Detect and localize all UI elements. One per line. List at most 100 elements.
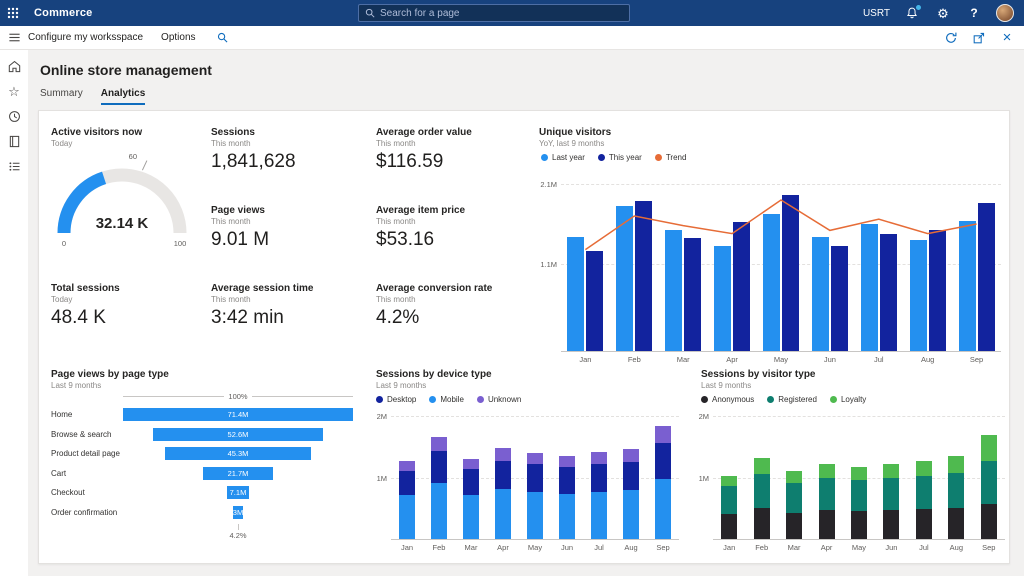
bar [880, 234, 897, 352]
bar-segment [463, 459, 479, 469]
waffle-icon [7, 7, 19, 19]
bar [910, 240, 927, 352]
bar-segment [916, 461, 932, 476]
unique-visitors-legend: Last yearThis yearTrend [541, 153, 686, 162]
bar [567, 237, 584, 352]
sidebar-item-recent[interactable] [2, 106, 26, 126]
y-axis-label: 2M [365, 412, 387, 421]
bar-segment [981, 461, 997, 504]
funnel-row: Product detail page 45.3M [51, 444, 353, 464]
bar-segment [786, 471, 802, 483]
kpi-title: Average session time [211, 283, 313, 294]
legend-item: Mobile [429, 395, 464, 404]
x-axis-label: Jun [875, 543, 907, 552]
legend-item: Loyalty [830, 395, 866, 404]
bar-segment [495, 489, 511, 540]
settings-gear-icon[interactable]: ⚙ [934, 4, 952, 22]
kpi-subtitle: This month [376, 217, 416, 226]
legend-item: Trend [655, 153, 687, 162]
legend-dot [541, 154, 548, 161]
x-axis-label: Apr [708, 355, 757, 364]
app-name[interactable]: Commerce [34, 7, 92, 19]
funnel-bottom-marker: 4.2% [123, 524, 353, 540]
app-launcher-waffle-icon[interactable] [0, 0, 26, 26]
kpi-title: Active visitors now [51, 127, 142, 138]
bar-segment [623, 449, 639, 462]
chart-title: Page views by page type [51, 369, 169, 380]
notifications-bell-icon[interactable] [903, 4, 921, 22]
sidebar-item-home[interactable] [2, 56, 26, 76]
kpi-subtitle: Today [51, 295, 72, 304]
x-axis-label: May [519, 543, 551, 552]
tab-summary[interactable]: Summary [40, 88, 83, 105]
bar-segment [559, 494, 575, 541]
y-axis-label: 2M [687, 412, 709, 421]
legend-dot [830, 396, 837, 403]
top-navbar: Commerce USRT ⚙ ? [0, 0, 1024, 26]
sessions-by-device-chart: 2M1MJanFebMarAprMayJunJulAugSep [391, 416, 679, 540]
bar [861, 224, 878, 352]
bar [763, 214, 780, 352]
help-icon[interactable]: ? [965, 4, 983, 22]
bar [782, 195, 799, 352]
bar [959, 221, 976, 352]
kpi-title: Total sessions [51, 283, 120, 294]
bar [665, 230, 682, 352]
bar-segment [431, 483, 447, 540]
bar-segment [655, 443, 671, 479]
gridline [391, 416, 679, 417]
funnel-bar: 45.3M [165, 447, 311, 460]
configure-workspace-button[interactable]: Configure my worksspace [28, 32, 143, 43]
funnel-bar-zone: 3M [123, 506, 353, 519]
x-axis-label: Aug [903, 355, 952, 364]
kpi-value: 3:42 min [211, 307, 284, 329]
bar-segment [754, 458, 770, 474]
funnel-row: Order confirmation 3M [51, 503, 353, 523]
bar-segment [916, 476, 932, 509]
funnel-row-label: Product detail page [51, 449, 123, 458]
sidebar-item-favorites[interactable]: ☆ [2, 81, 26, 101]
bar-segment [623, 462, 639, 491]
toolbar-search-button[interactable] [214, 29, 232, 47]
app-window: Commerce USRT ⚙ ? [0, 0, 1024, 576]
x-axis-label: Jul [583, 543, 615, 552]
bar-segment [399, 461, 415, 470]
x-axis-label: Feb [610, 355, 659, 364]
global-search-box[interactable] [358, 4, 630, 22]
funnel-row: Cart21.7M [51, 464, 353, 484]
x-axis-label: Jan [391, 543, 423, 552]
user-avatar[interactable] [996, 4, 1014, 22]
gear-icon: ⚙ [937, 7, 949, 20]
refresh-button[interactable] [942, 29, 960, 47]
funnel-bar: 7.1M [227, 486, 250, 499]
open-in-new-window-button[interactable] [970, 29, 988, 47]
refresh-icon [944, 31, 958, 45]
options-tab[interactable]: Options [161, 32, 195, 43]
bar [831, 246, 848, 352]
bar-segment [819, 464, 835, 478]
gridline [713, 416, 1005, 417]
close-button[interactable]: × [998, 29, 1016, 47]
bar-segment [463, 495, 479, 540]
tab-analytics[interactable]: Analytics [101, 88, 145, 105]
x-axis-label: May [757, 355, 806, 364]
bar-segment [721, 476, 737, 486]
hamburger-menu-icon[interactable] [0, 26, 28, 50]
x-axis-label: Mar [659, 355, 708, 364]
funnel-row-label: Order confirmation [51, 508, 123, 517]
bar-segment [591, 452, 607, 464]
sidebar-item-modules[interactable] [2, 156, 26, 176]
bar-segment [495, 448, 511, 460]
sidebar-item-workspaces[interactable] [2, 131, 26, 151]
kpi-title: Page views [211, 205, 265, 216]
global-search-input[interactable] [380, 8, 623, 19]
funnel-row-label: Home [51, 410, 123, 419]
funnel-row: Browse & search52.6M [51, 425, 353, 445]
bar-segment [883, 478, 899, 510]
toolbar-right-actions: × [942, 29, 1024, 47]
kpi-value: $53.16 [376, 229, 434, 251]
gauge-min-label: 0 [62, 239, 66, 248]
x-axis-label: Aug [615, 543, 647, 552]
bar-segment [431, 437, 447, 451]
funnel-bar: 3M [233, 506, 243, 519]
